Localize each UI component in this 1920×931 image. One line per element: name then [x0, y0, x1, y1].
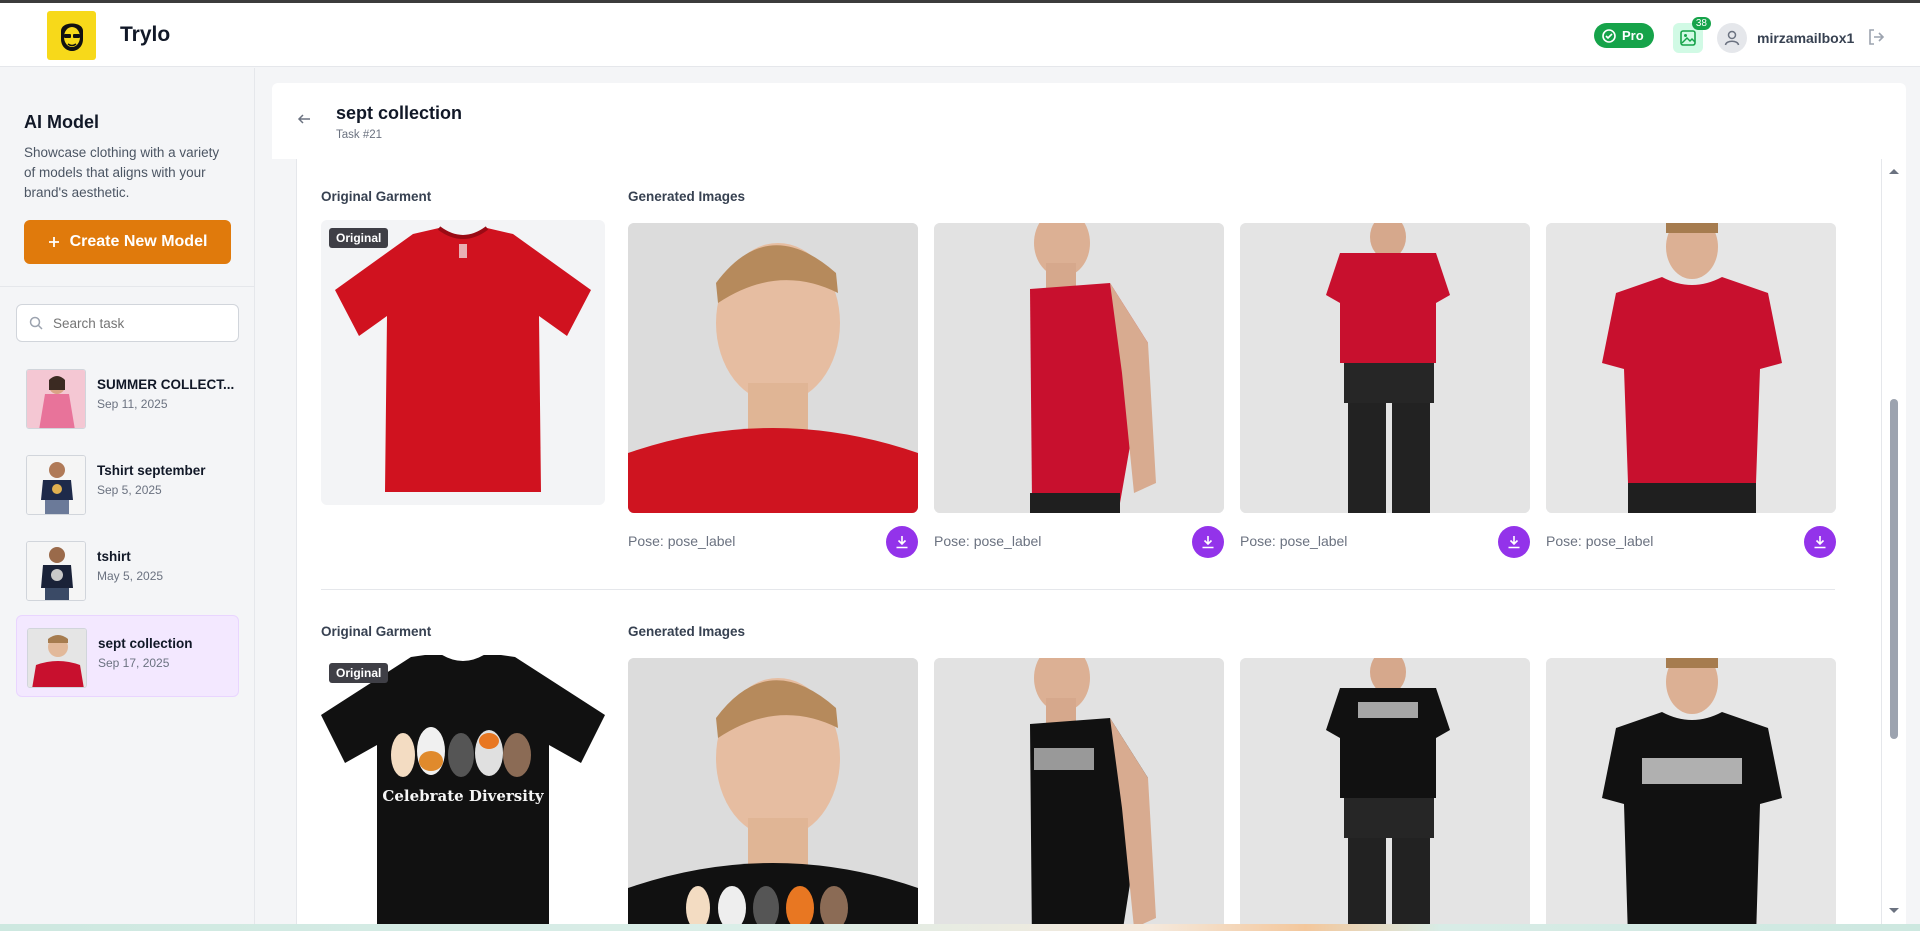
- scroll-down-icon[interactable]: [1888, 907, 1900, 915]
- download-button[interactable]: [1804, 526, 1836, 558]
- garment-print-text: Celebrate Diversity: [382, 787, 544, 805]
- search-icon: [29, 316, 43, 330]
- task-name: tshirt: [97, 549, 131, 564]
- pose-label: Pose: pose_label: [628, 533, 736, 549]
- task-search[interactable]: [16, 304, 239, 342]
- logout-icon: [1869, 29, 1885, 45]
- user-avatar[interactable]: [1717, 23, 1747, 53]
- pose-label: Pose: pose_label: [1240, 533, 1348, 549]
- task-name: sept collection: [98, 636, 193, 651]
- original-tag: Original: [329, 663, 389, 683]
- original-tag: Original: [329, 228, 389, 248]
- back-button[interactable]: [296, 111, 312, 132]
- task-date: Sep 17, 2025: [98, 656, 170, 670]
- pro-plan-badge[interactable]: Pro: [1594, 23, 1654, 48]
- sidebar: AI Model Showcase clothing with a variet…: [0, 68, 255, 931]
- sidebar-description: Showcase clothing with a variety of mode…: [24, 145, 220, 200]
- task-thumbnail: [26, 455, 86, 515]
- pose-label: Pose: pose_label: [934, 533, 1042, 549]
- top-navbar: Trylo Pro 38 mirzamailbox1: [0, 3, 1920, 67]
- generated-image-2[interactable]: [934, 223, 1224, 513]
- plus-icon: [48, 237, 59, 247]
- pose-label: Pose: pose_label: [1546, 533, 1654, 549]
- download-icon: [1508, 536, 1520, 549]
- vertical-scrollbar[interactable]: [1882, 159, 1906, 931]
- results-panel: Original Garment Generated Images Origin…: [296, 159, 1882, 931]
- logout-button[interactable]: [1866, 27, 1886, 52]
- generated-image-1[interactable]: [628, 223, 918, 513]
- task-number: Task #21: [336, 129, 383, 141]
- download-icon: [896, 536, 908, 549]
- image-credits-button[interactable]: 38: [1673, 17, 1711, 53]
- create-new-model-button[interactable]: Create New Model: [24, 220, 231, 264]
- original-garment-image[interactable]: Original: [321, 220, 605, 505]
- task-date: Sep 11, 2025: [97, 397, 168, 411]
- task-header: sept collection Task #21: [272, 83, 1906, 159]
- download-button[interactable]: [1498, 526, 1530, 558]
- create-button-label: Create New Model: [69, 233, 208, 250]
- original-garment-label: Original Garment: [321, 189, 432, 204]
- task-title: sept collection: [336, 103, 463, 123]
- original-garment-image[interactable]: Original Celebrate Diversity: [321, 655, 605, 931]
- pro-label: Pro: [1622, 28, 1644, 43]
- task-thumbnail: [26, 369, 86, 429]
- task-date: Sep 5, 2025: [97, 483, 162, 497]
- task-item-summer[interactable]: SUMMER COLLECT... Sep 11, 2025: [16, 357, 239, 439]
- generated-image-5[interactable]: [628, 658, 918, 931]
- image-count-badge: 38: [1691, 17, 1711, 30]
- bottom-edge-strip: [0, 924, 1920, 931]
- scroll-up-icon[interactable]: [1888, 167, 1900, 175]
- generated-images-label: Generated Images: [628, 189, 746, 204]
- username[interactable]: mirzamailbox1: [1757, 30, 1854, 46]
- download-button[interactable]: [1192, 526, 1224, 558]
- task-name: Tshirt september: [97, 463, 206, 478]
- brand-logo[interactable]: [47, 11, 96, 60]
- image-icon: [1680, 30, 1696, 46]
- user-icon: [1724, 30, 1740, 46]
- download-button[interactable]: [886, 526, 918, 558]
- generated-image-7[interactable]: [1240, 658, 1530, 931]
- download-icon: [1814, 536, 1826, 549]
- task-name: SUMMER COLLECT...: [97, 377, 235, 392]
- task-item-tshirt[interactable]: tshirt May 5, 2025: [16, 529, 239, 611]
- original-garment-label: Original Garment: [321, 624, 432, 639]
- generated-image-4[interactable]: [1546, 223, 1836, 513]
- generated-image-6[interactable]: [934, 658, 1224, 931]
- sidebar-divider: [0, 286, 255, 287]
- brand-name: Trylo: [120, 23, 171, 46]
- scrollbar-thumb[interactable]: [1890, 399, 1898, 739]
- task-date: May 5, 2025: [97, 569, 164, 583]
- task-thumbnail: [26, 541, 86, 601]
- download-icon: [1202, 536, 1214, 549]
- search-input[interactable]: [53, 315, 223, 331]
- task-thumbnail: [27, 628, 87, 688]
- generated-image-3[interactable]: [1240, 223, 1530, 513]
- task-item-sept-collection[interactable]: sept collection Sep 17, 2025: [16, 615, 239, 697]
- check-circle-icon: [1602, 28, 1616, 43]
- task-item-tshirt-september[interactable]: Tshirt september Sep 5, 2025: [16, 443, 239, 525]
- generated-image-8[interactable]: [1546, 658, 1836, 931]
- logo-face-icon: [60, 23, 83, 51]
- back-arrow-icon: [297, 114, 310, 124]
- group-divider: [321, 589, 1835, 590]
- generated-images-label: Generated Images: [628, 624, 746, 639]
- sidebar-title: AI Model: [24, 112, 99, 132]
